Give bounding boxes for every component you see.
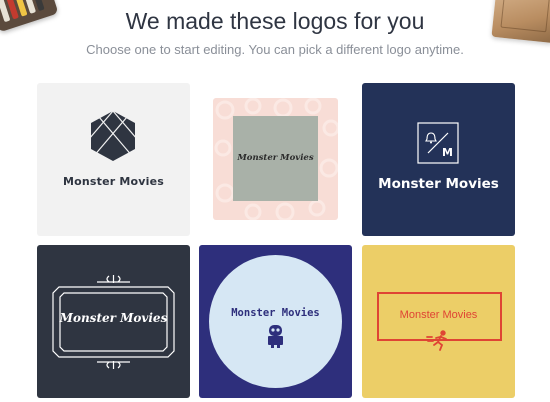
logo-card-runner[interactable]: Monster Movies	[362, 245, 515, 398]
running-person-icon	[426, 330, 447, 351]
logo-card-monogram[interactable]: M Monster Movies	[362, 83, 515, 236]
logo-card-robot[interactable]: Monster Movies	[199, 245, 352, 398]
monogram-letter: M	[442, 146, 453, 159]
logo-name: Monster Movies	[62, 175, 165, 188]
robot-icon	[268, 325, 283, 348]
logo-card-ornate[interactable]: Monster Movies	[37, 245, 190, 398]
monogram-box-icon	[417, 122, 459, 164]
page-subtitle: Choose one to start editing. You can pic…	[86, 42, 464, 57]
page-title: We made these logos for you	[125, 8, 425, 34]
bell-icon	[425, 132, 437, 144]
logo-name: Monster Movies	[378, 176, 499, 192]
logo-card-floral[interactable]: Monster Movies	[213, 98, 338, 220]
hexagon-icon	[88, 110, 138, 161]
logo-panel: Monster Movies	[233, 116, 318, 201]
logo-name: Monster Movies	[59, 311, 168, 325]
logo-card-hexagon[interactable]: Monster Movies	[37, 83, 190, 236]
logo-name: Monster Movies	[237, 153, 314, 163]
